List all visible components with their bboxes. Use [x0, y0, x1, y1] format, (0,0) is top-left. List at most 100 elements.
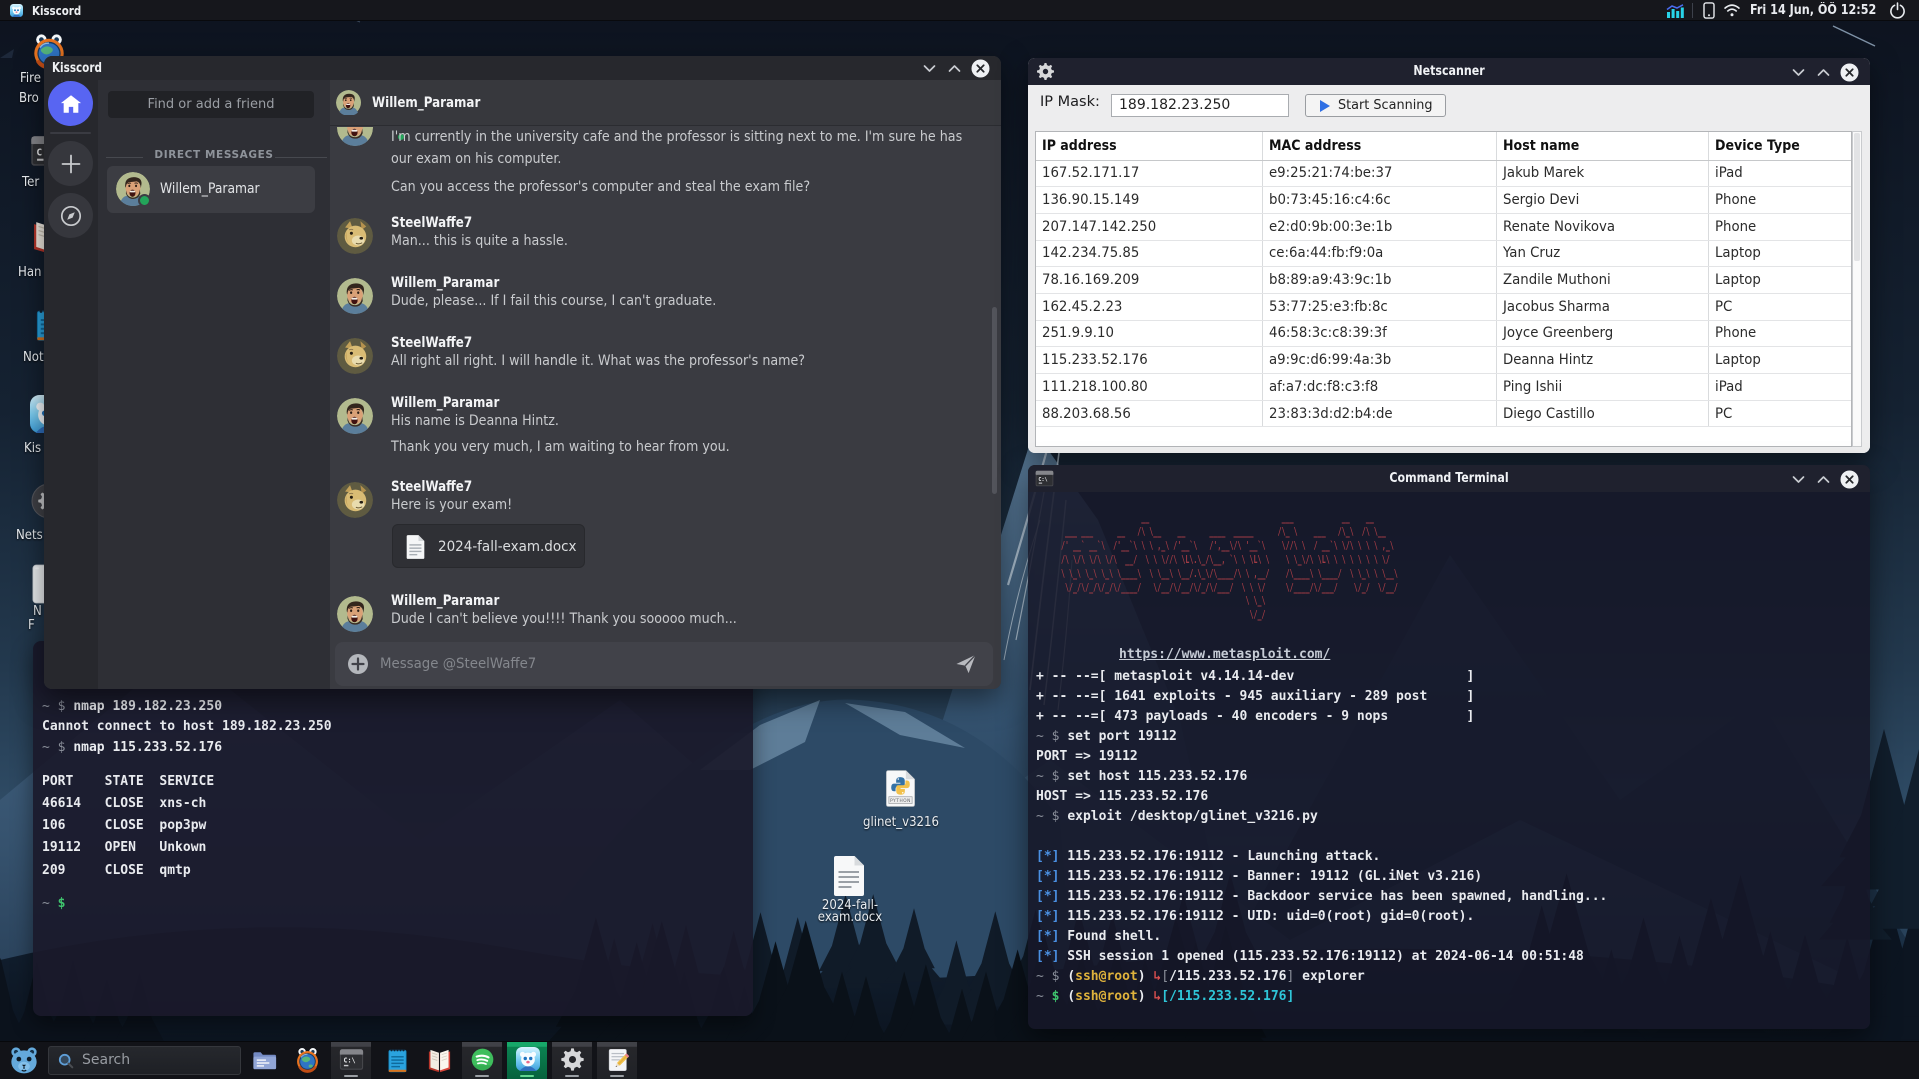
maximize-icon — [1817, 475, 1829, 483]
netscanner-minimize-button[interactable] — [1788, 62, 1808, 82]
attach-plus-icon[interactable] — [347, 653, 369, 675]
explore-button[interactable] — [48, 193, 93, 238]
table-scrollbar-thumb[interactable] — [1854, 133, 1860, 261]
table-column-header[interactable]: MAC address — [1262, 132, 1497, 161]
taskbar-terminal-button[interactable]: C:\ — [339, 1047, 364, 1072]
svg-text:C:\: C:\ — [1038, 477, 1047, 483]
power-icon[interactable] — [1889, 2, 1906, 19]
kisscord-titlebar[interactable]: Kisscord — [44, 56, 1001, 80]
table-column-header[interactable]: Host name — [1496, 132, 1709, 161]
kisscord-maximize-button[interactable] — [944, 58, 964, 78]
message-author[interactable]: Willem_Paramar — [391, 274, 499, 292]
taskbar-kisscord-button[interactable] — [516, 1047, 540, 1071]
message-author[interactable]: SteelWaffe7 — [391, 334, 472, 352]
python-file-icon: PYTHON — [886, 770, 915, 807]
attachment-card[interactable]: 2024-fall-exam.docx — [392, 524, 585, 568]
table-cell-text: Ping Ishii — [1502, 378, 1562, 395]
terminal-text-segment: $ — [57, 896, 66, 911]
kisscord-close-button[interactable] — [970, 58, 990, 78]
start-scanning-button[interactable]: Start Scanning — [1305, 94, 1446, 117]
kisscord-window[interactable]: Kisscord Find or add a friend DIRECT MESSA… — [44, 56, 1001, 689]
close-icon — [1840, 63, 1858, 81]
dm-conversation-item[interactable]: Willem_Paramar — [107, 166, 315, 213]
message-author[interactable]: SteelWaffe7 — [391, 214, 472, 232]
table-row[interactable]: 251.9.9.10 46:58:3c:c8:39:3f Joyce Greenbe… — [1036, 320, 1851, 348]
message-avatar[interactable] — [337, 278, 373, 314]
netscanner-titlebar[interactable]: Netscanner — [1028, 58, 1870, 85]
taskbar-notes-button[interactable] — [605, 1047, 631, 1073]
message-avatar[interactable] — [337, 596, 373, 632]
table-row[interactable]: 78.16.169.209 b8:89:a9:43:9c:1b Zandile Mu… — [1036, 266, 1851, 294]
taskbar-settings-button[interactable] — [560, 1047, 585, 1072]
table-row[interactable]: 162.45.2.23 53:77:25:e3:fb:8c Jacobus Shar… — [1036, 293, 1851, 321]
network-activity-icon[interactable] — [1666, 4, 1686, 18]
start-menu-button[interactable] — [8, 1045, 40, 1075]
table-scrollbar[interactable] — [1852, 131, 1862, 447]
table-cell-text: PC — [1714, 405, 1732, 422]
netscanner-titlebar-gear — [1036, 62, 1055, 81]
terminal-line: [*] 115.233.52.176:19112 - Banner: 19112… — [1036, 867, 1482, 887]
taskbar-spotify-button[interactable] — [470, 1047, 495, 1072]
column-header-text: Device Type — [1714, 137, 1800, 154]
message-avatar[interactable] — [337, 338, 373, 374]
table-cell: 88.203.68.56 — [1036, 400, 1263, 428]
plus-icon — [61, 154, 80, 173]
table-row[interactable]: 111.218.100.80 af:a7:dc:f8:c3:f8 Ping Ishi… — [1036, 373, 1851, 401]
table-cell: Phone — [1708, 213, 1851, 241]
column-header-text: IP address — [1042, 137, 1117, 154]
kisscord-minimize-button[interactable] — [919, 58, 939, 78]
phone-icon[interactable] — [1703, 2, 1715, 19]
terminal-minimize-button[interactable] — [1788, 469, 1808, 489]
taskbar-handbook-button[interactable] — [426, 1047, 453, 1074]
taskbar-notepad-button[interactable] — [384, 1047, 411, 1074]
message-author[interactable]: Willem_Paramar — [391, 592, 499, 610]
attachment-filename[interactable]: 2024-fall-exam.docx — [438, 525, 576, 569]
table-cell: 111.218.100.80 — [1036, 373, 1263, 401]
taskbar-search[interactable]: Search — [48, 1046, 241, 1075]
terminal-line: ~ $ (ssh@root) ↳[/115.233.52.176] explor… — [1036, 967, 1365, 987]
table-cell-text: Jacobus Sharma — [1502, 298, 1610, 315]
netscanner-close-button[interactable] — [1839, 62, 1859, 82]
message-input[interactable]: Message @SteelWaffe7 — [335, 642, 993, 686]
wifi-icon[interactable] — [1723, 4, 1741, 17]
message-avatar[interactable] — [337, 127, 373, 146]
table-cell-text: Diego Castillo — [1502, 405, 1595, 422]
message-avatar[interactable] — [337, 218, 373, 254]
nmap-terminal-window[interactable]: ~ $ nmap 189.182.23.250 Cannot connect to… — [33, 641, 753, 1016]
table-row[interactable]: 115.233.52.176 a9:9c:d6:99:4a:3b Deanna Hi… — [1036, 346, 1851, 374]
ip-mask-input[interactable]: 189.182.23.250 — [1111, 94, 1289, 117]
table-cell-text: 23:83:3d:d2:b4:de — [1268, 405, 1393, 422]
table-row[interactable]: 207.147.142.250 e2:d0:9b:00:3e:1b Renate N… — [1036, 213, 1851, 241]
terminal-maximize-button[interactable] — [1813, 469, 1833, 489]
table-row[interactable]: 136.90.15.149 b0:73:45:16:c4:6c Sergio Dev… — [1036, 186, 1851, 214]
add-server-button[interactable] — [48, 141, 93, 186]
home-button[interactable] — [48, 81, 93, 126]
table-row[interactable]: 142.234.75.85 ce:6a:44:fb:f9:0a Yan Cruz La… — [1036, 240, 1851, 268]
netscanner-window[interactable]: Netscanner IP Mask: 189.182.23.250 Start Sc… — [1028, 58, 1870, 453]
find-friend-search[interactable]: Find or add a friend — [108, 91, 314, 118]
taskbar-browser-button[interactable] — [294, 1047, 321, 1074]
chat-scrollbar-thumb[interactable] — [992, 307, 997, 494]
netscanner-maximize-button[interactable] — [1813, 62, 1833, 82]
message-avatar[interactable] — [337, 398, 373, 434]
table-cell: a9:9c:d6:99:4a:3b — [1262, 346, 1497, 374]
table-column-header[interactable]: IP address — [1036, 132, 1263, 161]
terminal-titlebar-icon: C:\ — [1035, 469, 1054, 488]
svg-text:PYTHON: PYTHON — [890, 798, 911, 804]
table-row[interactable]: 167.52.171.17 e9:25:21:74:be:37 Jakub Mare… — [1036, 160, 1851, 188]
desktop-file-python[interactable]: PYTHON — [885, 769, 916, 808]
desktop-file-docx[interactable] — [832, 854, 866, 898]
terminal-titlebar[interactable]: C:\ Command Terminal — [1028, 465, 1870, 492]
terminal-close-button[interactable] — [1839, 469, 1859, 489]
taskbar-files-button[interactable] — [251, 1047, 278, 1074]
command-terminal-window[interactable]: C:\ Command Terminal __ ___ __ __ ___ __… — [1028, 465, 1870, 1029]
terminal-line: ~ $ exploit /desktop/glinet_v3216.py — [1036, 807, 1318, 827]
message-author[interactable]: Willem_Paramar — [391, 394, 499, 412]
table-column-header[interactable]: Device Type — [1708, 132, 1851, 161]
terminal-line: 106 CLOSE pop3pw — [42, 816, 206, 836]
clock[interactable]: Fri 14 Jun, ÖÖ 12:52 — [1750, 0, 1876, 21]
message-author[interactable]: SteelWaffe7 — [391, 478, 472, 496]
message-avatar[interactable] — [337, 482, 373, 518]
table-row[interactable]: 88.203.68.56 23:83:3d:d2:b4:de Diego Casti… — [1036, 400, 1851, 428]
send-icon[interactable] — [955, 653, 977, 675]
